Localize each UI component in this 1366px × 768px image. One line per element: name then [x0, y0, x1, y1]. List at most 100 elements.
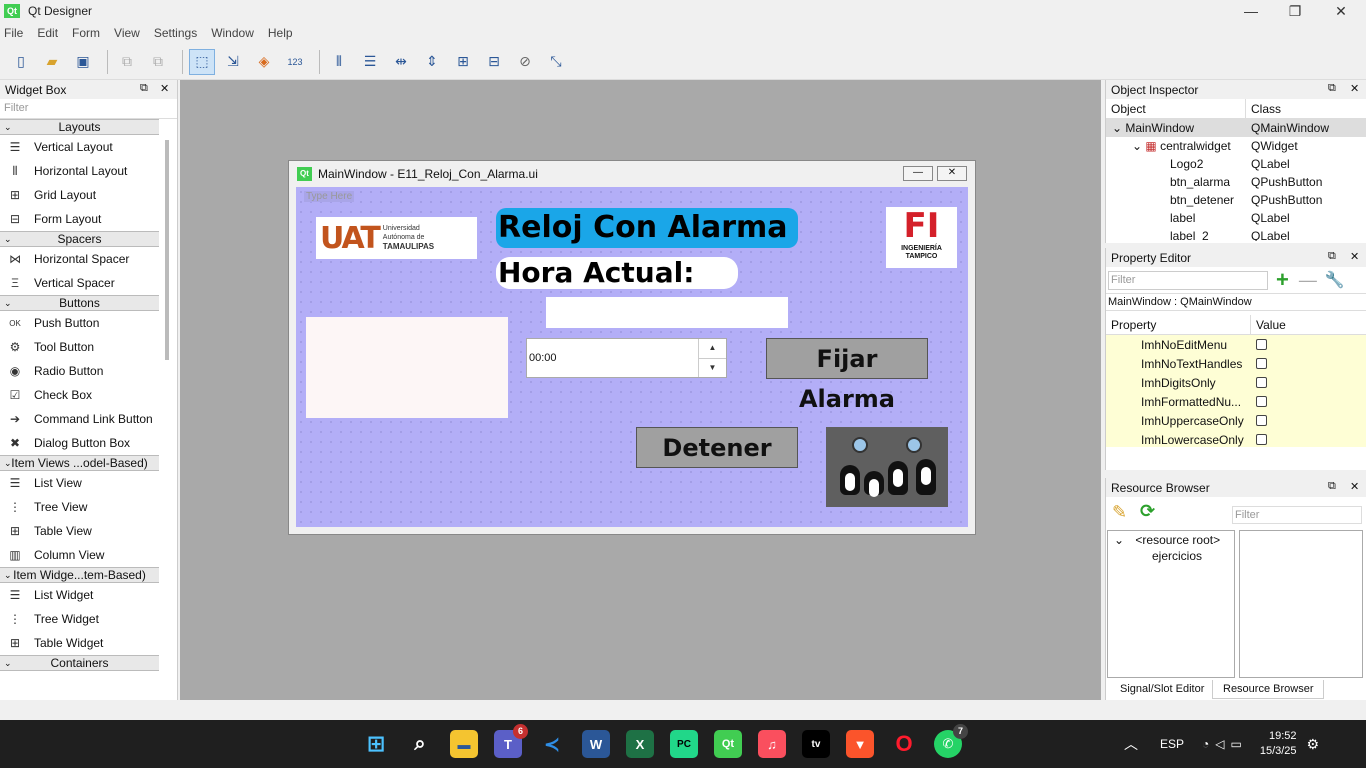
- resource-child[interactable]: ejercicios: [1108, 547, 1234, 563]
- object-row[interactable]: label_2 QLabel: [1106, 227, 1366, 241]
- widget-item-horizontal-layout[interactable]: ⦀ Horizontal Layout: [0, 159, 159, 183]
- property-checkbox[interactable]: [1256, 415, 1267, 426]
- btn-alarma[interactable]: Fijar Alarma: [766, 338, 928, 413]
- adjust-size-icon[interactable]: ⤡: [543, 49, 569, 75]
- close-dock-icon[interactable]: ✕: [160, 82, 169, 95]
- chevron-down-icon[interactable]: ⌄: [1112, 121, 1125, 135]
- widget-item-table-widget[interactable]: ⊞ Table Widget: [0, 631, 159, 655]
- chevron-down-icon[interactable]: ⌄: [4, 656, 12, 670]
- fi-logo[interactable]: FI INGENIERÍA TAMPICO: [886, 207, 957, 268]
- menu-settings[interactable]: Settings: [154, 26, 197, 40]
- language-indicator[interactable]: ESP: [1160, 737, 1184, 751]
- file-explorer-icon[interactable]: ▬: [450, 730, 478, 758]
- property-row[interactable]: ImhFormattedNu...: [1106, 392, 1366, 411]
- chevron-down-icon[interactable]: ⌄: [1132, 139, 1145, 153]
- property-checkbox[interactable]: [1256, 339, 1267, 350]
- category-spacers[interactable]: ⌄ Spacers: [0, 231, 159, 247]
- apple-tv-icon[interactable]: tv: [802, 730, 830, 758]
- image-label[interactable]: [306, 317, 508, 418]
- qt-designer-taskbar-icon[interactable]: Qt: [714, 730, 742, 758]
- object-row[interactable]: btn_alarma QPushButton: [1106, 173, 1366, 191]
- property-row[interactable]: ImhLowercaseOnly: [1106, 430, 1366, 447]
- object-row[interactable]: Logo2 QLabel: [1106, 155, 1366, 173]
- open-folder-icon[interactable]: ▰: [39, 49, 65, 75]
- tab-signal-slot-editor[interactable]: Signal/Slot Editor: [1110, 680, 1214, 698]
- chevron-down-icon[interactable]: ⌄: [4, 120, 12, 134]
- col-property[interactable]: Property: [1106, 315, 1251, 334]
- category-containers[interactable]: ⌄ Containers: [0, 655, 159, 671]
- object-row[interactable]: label QLabel: [1106, 209, 1366, 227]
- add-property-icon[interactable]: +: [1276, 267, 1289, 293]
- category-item-widge-tem-based-[interactable]: ⌄ Item Widge...tem-Based): [0, 567, 159, 583]
- spin-down-icon[interactable]: ▼: [699, 358, 726, 377]
- opera-icon[interactable]: O: [890, 730, 918, 758]
- save-icon[interactable]: ▣: [70, 49, 96, 75]
- close-icon[interactable]: ✕: [1318, 0, 1364, 22]
- tab-resource-browser[interactable]: Resource Browser: [1212, 680, 1325, 699]
- resource-file-list[interactable]: [1239, 530, 1363, 678]
- form-window[interactable]: Qt MainWindow - E11_Reloj_Con_Alarma.ui …: [288, 160, 976, 535]
- whatsapp-icon[interactable]: ✆ 7: [934, 724, 968, 758]
- excel-icon[interactable]: X: [626, 730, 654, 758]
- btn-detener[interactable]: Detener: [636, 427, 798, 468]
- widget-item-dialog-button-box[interactable]: ✖ Dialog Button Box: [0, 431, 159, 455]
- pycharm-icon[interactable]: PC: [670, 730, 698, 758]
- category-item-views-odel-based-[interactable]: ⌄ Item Views ...odel-Based): [0, 455, 159, 471]
- property-row[interactable]: ImhNoTextHandles: [1106, 354, 1366, 373]
- menu-edit[interactable]: Edit: [37, 26, 58, 40]
- chevron-up-icon[interactable]: ︿: [1124, 734, 1138, 754]
- title-label[interactable]: Reloj Con Alarma: [496, 208, 798, 248]
- penguins-image[interactable]: [826, 427, 948, 507]
- form-minimize-icon[interactable]: —: [903, 166, 933, 181]
- alarm-time-edit[interactable]: 00:00 ▲ ▼: [526, 338, 727, 378]
- time-spinner[interactable]: ▲ ▼: [698, 339, 726, 377]
- close-dock-icon[interactable]: ✕: [1350, 480, 1359, 493]
- central-widget[interactable]: Type Here UAT Universidad Autónoma de TA…: [296, 187, 968, 527]
- layout-v-splitter-icon[interactable]: ⇕: [419, 49, 445, 75]
- col-object[interactable]: Object: [1106, 99, 1246, 118]
- layout-horizontal-icon[interactable]: ⦀: [326, 49, 352, 75]
- widget-item-tool-button[interactable]: ⚙ Tool Button: [0, 335, 159, 359]
- vscode-icon[interactable]: ≺: [538, 730, 566, 758]
- widget-item-tree-view[interactable]: ⋮ Tree View: [0, 495, 159, 519]
- widget-item-horizontal-spacer[interactable]: ⋈ Horizontal Spacer: [0, 247, 159, 271]
- float-dock-icon[interactable]: ⧉: [140, 82, 148, 95]
- widget-item-list-widget[interactable]: ☰ List Widget: [0, 583, 159, 607]
- edit-widgets-icon[interactable]: ⬚: [189, 48, 215, 75]
- widget-item-vertical-spacer[interactable]: Ξ Vertical Spacer: [0, 271, 159, 295]
- remove-property-icon[interactable]: —: [1299, 270, 1317, 291]
- uat-logo[interactable]: UAT Universidad Autónoma de TAMAULIPAS: [316, 217, 477, 259]
- menu-window[interactable]: Window: [211, 26, 254, 40]
- resource-root[interactable]: ⌄ <resource root>: [1108, 531, 1234, 547]
- widget-item-grid-layout[interactable]: ⊞ Grid Layout: [0, 183, 159, 207]
- current-time-label[interactable]: [546, 297, 788, 328]
- volume-icon[interactable]: ◁: [1215, 737, 1224, 751]
- paste-icon[interactable]: ⧉: [145, 49, 171, 75]
- property-checkbox[interactable]: [1256, 396, 1267, 407]
- minimize-icon[interactable]: —: [1228, 0, 1274, 22]
- layout-grid-icon[interactable]: ⊞: [450, 49, 476, 75]
- widget-item-push-button[interactable]: OK Push Button: [0, 311, 159, 335]
- edit-signals-icon[interactable]: ⇲: [220, 49, 246, 75]
- wifi-icon[interactable]: ◔: [1202, 737, 1209, 751]
- menu-help[interactable]: Help: [268, 26, 293, 40]
- property-checkbox[interactable]: [1256, 377, 1267, 388]
- widget-item-command-link-button[interactable]: ➔ Command Link Button: [0, 407, 159, 431]
- copy-icon[interactable]: ⧉: [114, 49, 140, 75]
- menu-type-here[interactable]: Type Here: [304, 191, 355, 202]
- layout-form-icon[interactable]: ⊟: [481, 49, 507, 75]
- music-icon[interactable]: ♫: [758, 730, 786, 758]
- widget-item-form-layout[interactable]: ⊟ Form Layout: [0, 207, 159, 231]
- category-layouts[interactable]: ⌄ Layouts: [0, 119, 159, 135]
- resource-filter-input[interactable]: Filter: [1232, 506, 1362, 524]
- battery-icon[interactable]: ▭: [1231, 737, 1242, 751]
- widget-item-tree-widget[interactable]: ⋮ Tree Widget: [0, 607, 159, 631]
- widget-item-table-view[interactable]: ⊞ Table View: [0, 519, 159, 543]
- search-icon[interactable]: ⌕: [406, 730, 434, 758]
- property-row[interactable]: ImhUppercaseOnly: [1106, 411, 1366, 430]
- col-value[interactable]: Value: [1251, 315, 1291, 334]
- chevron-down-icon[interactable]: ⌄: [4, 568, 12, 582]
- resource-tree[interactable]: ⌄ <resource root> ejercicios: [1107, 530, 1235, 678]
- chevron-down-icon[interactable]: ⌄: [4, 456, 12, 470]
- layout-h-splitter-icon[interactable]: ⇹: [388, 49, 414, 75]
